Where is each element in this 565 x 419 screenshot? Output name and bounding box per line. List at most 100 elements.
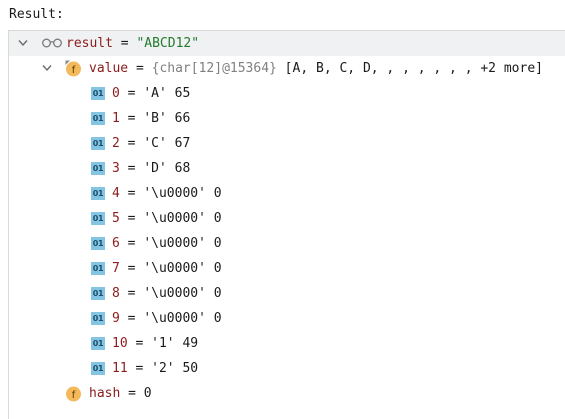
equals-sign: = — [119, 186, 144, 201]
array-element-row[interactable]: 01 10 = '1' 49 — [9, 331, 565, 356]
equals-sign: = — [128, 61, 152, 76]
element-char: '1' — [151, 336, 175, 351]
array-element-row[interactable]: 01 9 = '\u0000' 0 — [9, 306, 565, 331]
field-icon: f — [65, 60, 81, 77]
element-char: '\u0000' — [143, 286, 206, 301]
primitive-icon: 01 — [91, 262, 105, 275]
field-icon: f — [66, 386, 81, 402]
element-text: 9 = '\u0000' 0 — [112, 306, 222, 331]
element-char: 'D' — [143, 161, 167, 176]
array-element-row[interactable]: 01 7 = '\u0000' 0 — [9, 256, 565, 281]
array-preview: [A, B, C, D, , , , , , , +2 more] — [276, 61, 543, 76]
element-text: 11 = '2' 50 — [112, 356, 198, 381]
equals-sign: = — [119, 211, 144, 226]
element-index: 3 — [112, 161, 120, 176]
variable-type: {char[12]@15364} — [151, 61, 277, 76]
primitive-icon: 01 — [91, 162, 105, 175]
element-char: '\u0000' — [143, 236, 206, 251]
glasses-icon — [42, 38, 62, 48]
array-element-row[interactable]: 01 4 = '\u0000' 0 — [9, 181, 565, 206]
equals-sign: = — [127, 336, 152, 351]
equals-sign: = — [112, 36, 137, 51]
equals-sign: = — [119, 286, 144, 301]
tree-row-hash[interactable]: f hash = 0 — [9, 381, 565, 406]
element-index: 8 — [112, 286, 120, 301]
element-index: 7 — [112, 261, 120, 276]
element-index: 10 — [112, 336, 128, 351]
element-index: 5 — [112, 211, 120, 226]
element-code: 0 — [205, 186, 222, 201]
array-element-row[interactable]: 01 11 = '2' 50 — [9, 356, 565, 381]
equals-sign: = — [119, 86, 144, 101]
svg-text:f: f — [72, 65, 76, 76]
equals-sign: = — [119, 261, 144, 276]
element-code: 0 — [205, 311, 222, 326]
equals-sign: = — [119, 161, 144, 176]
element-char: '\u0000' — [143, 261, 206, 276]
element-code: 50 — [174, 361, 199, 376]
primitive-icon: 01 — [91, 312, 105, 325]
element-text: 2 = 'C' 67 — [112, 131, 190, 156]
element-code: 0 — [205, 236, 222, 251]
element-index: 2 — [112, 136, 120, 151]
element-text: 10 = '1' 49 — [112, 331, 198, 356]
array-element-row[interactable]: 01 3 = 'D' 68 — [9, 156, 565, 181]
equals-sign: = — [119, 111, 144, 126]
element-text: 3 = 'D' 68 — [112, 156, 190, 181]
element-text: 7 = '\u0000' 0 — [112, 256, 222, 281]
element-code: 0 — [205, 211, 222, 226]
chevron-down-icon[interactable] — [18, 39, 28, 47]
element-index: 9 — [112, 311, 120, 326]
variable-value: 0 — [143, 386, 152, 401]
element-char: 'C' — [143, 136, 167, 151]
element-char: '\u0000' — [143, 211, 206, 226]
value-row-text: value = {char[12]@15364} [A, B, C, D, , … — [89, 56, 543, 81]
element-char: '\u0000' — [143, 186, 206, 201]
array-element-row[interactable]: 01 6 = '\u0000' 0 — [9, 231, 565, 256]
element-code: 68 — [166, 161, 191, 176]
variable-name: hash — [89, 386, 121, 401]
primitive-icon: 01 — [91, 112, 105, 125]
primitive-icon: 01 — [91, 187, 105, 200]
element-index: 6 — [112, 236, 120, 251]
equals-sign: = — [119, 311, 144, 326]
debug-variables-tree[interactable]: result = "ABCD12" f value = {char[12]@15… — [8, 30, 565, 419]
element-index: 1 — [112, 111, 120, 126]
primitive-icon: 01 — [91, 337, 105, 350]
equals-sign: = — [119, 136, 144, 151]
element-text: 8 = '\u0000' 0 — [112, 281, 222, 306]
array-element-row[interactable]: 01 5 = '\u0000' 0 — [9, 206, 565, 231]
array-element-row[interactable]: 01 8 = '\u0000' 0 — [9, 281, 565, 306]
variable-name: value — [89, 61, 129, 76]
primitive-icon: 01 — [91, 237, 105, 250]
element-code: 0 — [205, 261, 222, 276]
result-row-text: result = "ABCD12" — [66, 31, 199, 56]
array-element-row[interactable]: 01 0 = 'A' 65 — [9, 81, 565, 106]
element-index: 4 — [112, 186, 120, 201]
element-text: 0 = 'A' 65 — [112, 81, 190, 106]
primitive-icon: 01 — [91, 87, 105, 100]
primitive-icon: 01 — [91, 287, 105, 300]
element-code: 65 — [166, 86, 191, 101]
chevron-down-icon[interactable] — [42, 64, 52, 72]
tree-row-value[interactable]: f value = {char[12]@15364} [A, B, C, D, … — [9, 56, 565, 81]
element-index: 0 — [112, 86, 120, 101]
element-text: 4 = '\u0000' 0 — [112, 181, 222, 206]
array-element-row[interactable]: 01 2 = 'C' 67 — [9, 131, 565, 156]
svg-text:f: f — [72, 390, 76, 401]
equals-sign: = — [119, 236, 144, 251]
equals-sign: = — [120, 386, 144, 401]
primitive-icon: 01 — [91, 137, 105, 150]
element-text: 1 = 'B' 66 — [112, 106, 190, 131]
primitive-icon: 01 — [91, 362, 105, 375]
element-code: 66 — [166, 111, 191, 126]
element-index: 11 — [112, 361, 128, 376]
result-header-label: Result: — [9, 7, 64, 22]
element-code: 0 — [205, 286, 222, 301]
array-element-row[interactable]: 01 1 = 'B' 66 — [9, 106, 565, 131]
variable-name: result — [66, 36, 113, 51]
primitive-icon: 01 — [91, 212, 105, 225]
element-text: 5 = '\u0000' 0 — [112, 206, 222, 231]
tree-row-result[interactable]: result = "ABCD12" — [9, 31, 565, 56]
hash-row-text: hash = 0 — [89, 381, 152, 406]
